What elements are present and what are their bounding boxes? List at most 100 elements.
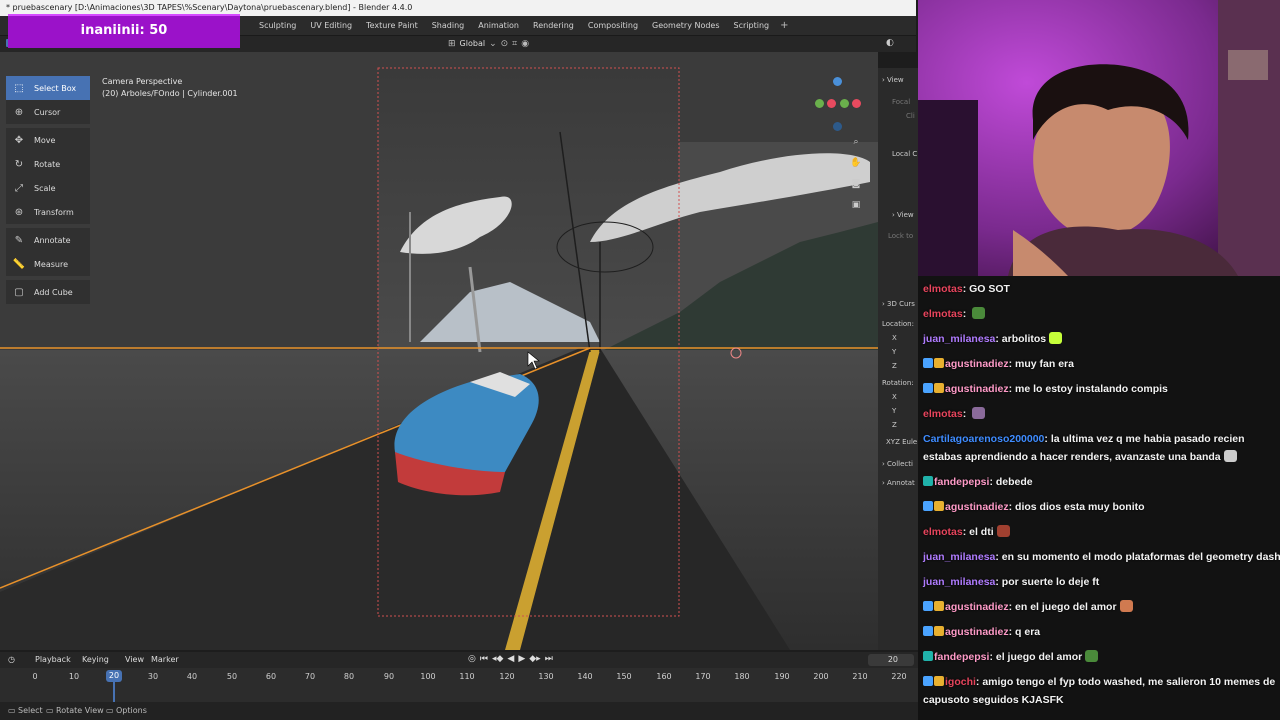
gizmo-z-negative[interactable] [833,122,842,131]
next-keyframe-icon[interactable]: ◆▸ [529,654,540,664]
chat-username[interactable]: elmotas [923,283,963,295]
mouse-left-icon: ▭ [8,706,16,715]
viewport-shading-icon[interactable]: ◐ [886,38,894,48]
timeline-header: ◷ Playback Keying View Marker ◎ ⏮ ◂◆ ◀ ▶… [0,652,918,668]
panel-3d-cursor-header[interactable]: › 3D Curs [882,300,915,308]
tool-transform[interactable]: ⊛ Transform [6,200,90,224]
tab-shading[interactable]: Shading [425,16,472,36]
jump-end-icon[interactable]: ⏭ [545,654,553,664]
mouse-right-icon: ▭ [106,706,114,715]
pan-hand-icon[interactable]: ✋ [850,157,862,169]
playhead[interactable] [113,682,115,702]
tab-scripting[interactable]: Scripting [727,16,777,36]
add-workspace-button[interactable]: + [776,16,792,36]
chat-username[interactable]: fandepepsi [934,476,989,488]
playhead-label[interactable]: 20 [106,670,122,682]
proportional-edit-icon[interactable]: ◉ [521,37,529,51]
transform-orientation[interactable]: ⊞ Global ⌄ ⊙ ⌗ ◉ [448,37,529,51]
3d-viewport[interactable]: ⌕ ✋ ◙ ▣ [0,52,878,650]
frame-tick: 90 [383,672,395,681]
tool-select-box[interactable]: ⬚ Select Box [6,76,90,100]
tab-texture-paint[interactable]: Texture Paint [359,16,425,36]
tab-sculpting[interactable]: Sculpting [252,16,303,36]
gizmo-y-negative[interactable] [815,99,824,108]
current-frame-field[interactable]: 20 [868,654,914,666]
tool-cursor[interactable]: ⊕ Cursor [6,100,90,124]
panel-annotations-header[interactable]: › Annotat [882,479,915,487]
chat-username[interactable]: fandepepsi [934,651,989,663]
chat-username[interactable]: elmotas [923,408,963,420]
chat-separator: : [962,308,970,320]
panel-view-header[interactable]: › View [882,76,904,84]
chat-emote-icon [1049,332,1063,344]
gizmo-z-axis[interactable] [833,77,842,86]
rotation-mode-select[interactable]: XYZ Eule [886,438,917,446]
tab-rendering[interactable]: Rendering [526,16,581,36]
crown-badge-icon [934,358,944,368]
prev-keyframe-icon[interactable]: ◂◆ [492,654,503,664]
rotation-z[interactable]: Z [892,421,897,429]
chat-username[interactable]: agustinadiez [945,383,1009,395]
lock-icon[interactable]: ▣ [850,199,862,211]
chat-message: agustinadiez: en el juego del amor [923,598,1276,616]
chat-username[interactable]: juan_milanesa [923,551,995,563]
record-icon[interactable]: ◎ [468,654,476,664]
frame-tick: 40 [186,672,198,681]
sidebar-n-panel: › View Focal Cli Local C › View Lock to … [878,68,918,650]
tab-compositing[interactable]: Compositing [581,16,645,36]
menu-playback[interactable]: Playback [35,652,71,668]
pivot-icon[interactable]: ⊙ [501,37,509,51]
chat-username[interactable]: agustinadiez [945,626,1009,638]
timeline[interactable]: 0 10 30 40 50 60 70 80 90 100 110 120 13… [0,668,918,702]
chat-username[interactable]: agustinadiez [945,601,1009,613]
jump-start-icon[interactable]: ⏮ [480,654,488,664]
status-rotate-view: Rotate View [56,706,104,715]
chat-username[interactable]: elmotas [923,308,963,320]
chat-username[interactable]: agustinadiez [945,358,1009,370]
gizmo-x-negative[interactable] [827,99,836,108]
chat-username[interactable]: igochi [945,676,976,688]
gizmo-y-axis[interactable] [840,99,849,108]
chat-message: agustinadiez: q era [923,623,1276,641]
tool-label: Rotate [34,159,61,169]
play-reverse-icon[interactable]: ◀ [507,654,514,664]
tool-label: Transform [34,207,74,217]
chat-text: el juego del amor [995,651,1083,663]
snap-icon[interactable]: ⌗ [512,37,517,51]
tab-geometry-nodes[interactable]: Geometry Nodes [645,16,726,36]
chat-username[interactable]: juan_milanesa [923,333,995,345]
chat-text: el dti [969,526,994,538]
chat-message: elmotas: [923,305,1276,323]
gizmo-x-axis[interactable] [852,99,861,108]
panel-view-lock-header[interactable]: › View [892,211,914,219]
tool-add-cube[interactable]: ▢ Add Cube [6,280,90,304]
frame-tick: 210 [852,672,868,681]
location-y[interactable]: Y [892,348,896,356]
location-x[interactable]: X [892,334,897,342]
menu-marker[interactable]: Marker [151,652,179,668]
chat-username[interactable]: agustinadiez [945,501,1009,513]
tool-measure[interactable]: 📏 Measure [6,252,90,276]
menu-view[interactable]: View [125,652,144,668]
tab-animation[interactable]: Animation [471,16,526,36]
chat-username[interactable]: elmotas [923,526,963,538]
play-icon[interactable]: ▶ [518,654,525,664]
panel-collections-header[interactable]: › Collecti [882,460,913,468]
tool-scale[interactable]: ⤢ Scale [6,176,90,200]
tab-uv-editing[interactable]: UV Editing [303,16,359,36]
rotation-y[interactable]: Y [892,407,896,415]
chat-username[interactable]: juan_milanesa [923,576,995,588]
location-z[interactable]: Z [892,362,897,370]
camera-view-icon[interactable]: ◙ [850,178,862,190]
stream-chat: elmotas: GO SOT elmotas: juan_milanesa: a… [918,276,1280,720]
rotation-x[interactable]: X [892,393,897,401]
tool-annotate[interactable]: ✎ Annotate [6,228,90,252]
zoom-icon[interactable]: ⌕ [850,136,862,148]
subscriber-badge-icon [923,601,933,611]
cursor-icon: ⊕ [14,106,24,118]
menu-keying[interactable]: Keying [82,652,109,668]
tool-rotate[interactable]: ↻ Rotate [6,152,90,176]
tool-move[interactable]: ✥ Move [6,128,90,152]
editor-type-icon[interactable]: ◷ [8,652,15,668]
chat-username[interactable]: Cartilagoarenoso200000 [923,433,1044,445]
